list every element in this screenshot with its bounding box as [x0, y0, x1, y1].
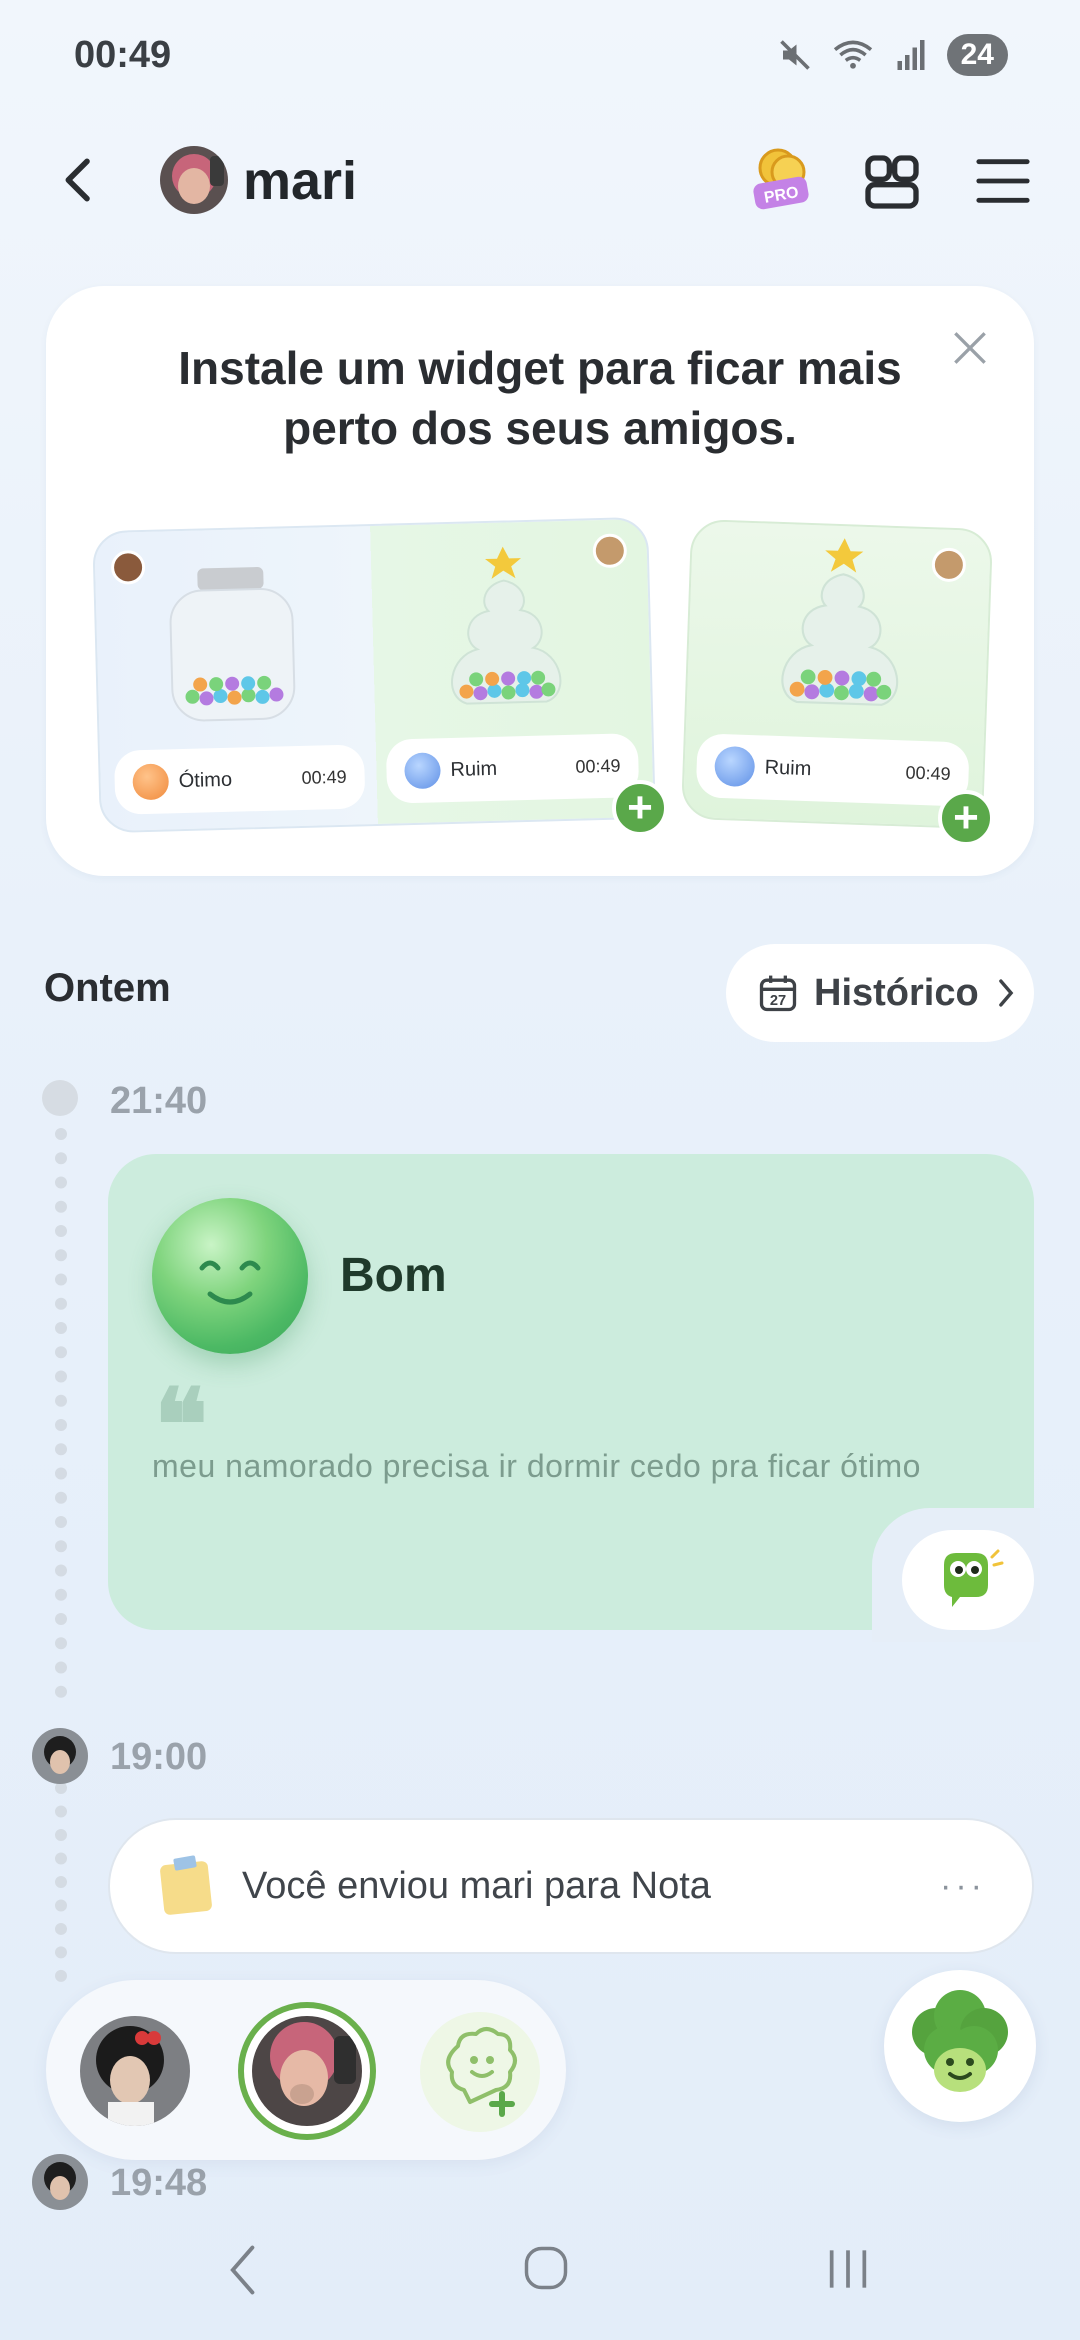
- status-time: 00:49: [74, 34, 172, 76]
- timeline-avatar: [32, 1728, 88, 1784]
- history-button[interactable]: 27 Histórico: [726, 944, 1034, 1042]
- close-icon: [954, 332, 986, 364]
- system-nav-bar: [0, 2236, 1080, 2316]
- note-activity-item[interactable]: Você enviou mari para Nota ···: [108, 1818, 1034, 1954]
- mini-mood-pill: Ruim 00:49: [385, 733, 640, 804]
- widgets-icon: [865, 155, 919, 209]
- section-label: Ontem: [44, 966, 171, 1010]
- more-options-button[interactable]: ···: [940, 1867, 986, 1906]
- widget-preview-small[interactable]: Ruim 00:49: [680, 518, 994, 830]
- mini-mood-time: 00:49: [575, 755, 621, 777]
- menu-icon: [976, 159, 1030, 203]
- calendar-day: 27: [770, 993, 786, 1009]
- note-icon: [160, 1855, 212, 1915]
- pro-badge[interactable]: PRO: [748, 146, 814, 214]
- status-icons: 24: [777, 34, 1008, 76]
- mini-mood-label: Ruim: [764, 756, 812, 780]
- mini-mood-pill: Ruim 00:49: [695, 733, 970, 807]
- tree-jar-icon: [781, 538, 899, 706]
- add-friend-button[interactable]: [420, 2012, 540, 2132]
- mini-avatar: [110, 549, 146, 585]
- timeline-avatar: [32, 2154, 88, 2210]
- mini-mood-time: 00:49: [905, 761, 951, 784]
- mute-icon: [779, 40, 810, 70]
- battery-level: 24: [946, 34, 1008, 76]
- timeline-dot: [42, 1080, 78, 1116]
- history-label: Histórico: [814, 971, 979, 1014]
- wifi-icon: [833, 40, 872, 69]
- reaction-icon: [944, 1549, 1004, 1607]
- entry-time: 19:48: [110, 2162, 208, 2204]
- mascot-button[interactable]: [884, 1970, 1036, 2122]
- calendar-icon: 27: [759, 975, 797, 1012]
- avatar[interactable]: [160, 146, 228, 214]
- back-icon: [65, 158, 90, 202]
- add-widget-button[interactable]: +: [938, 790, 994, 846]
- add-widget-button[interactable]: +: [612, 780, 668, 836]
- nav-back-icon[interactable]: [226, 2242, 262, 2298]
- reaction-button[interactable]: [902, 1530, 1034, 1630]
- mini-avatar: [931, 547, 967, 583]
- friend-avatar-selected[interactable]: [252, 2016, 362, 2126]
- widget-promo-card: Instale um widget para ficar mais perto …: [46, 286, 1034, 876]
- good-mood-icon: [152, 1198, 308, 1354]
- signal-icon: [897, 40, 925, 70]
- mini-mood-time: 00:49: [301, 766, 347, 788]
- mini-mood-label: Ruim: [450, 757, 498, 781]
- nav-home-icon[interactable]: [520, 2240, 572, 2296]
- page-title: mari: [243, 151, 358, 211]
- mini-mood-pill: Ótimo 00:49: [113, 744, 366, 815]
- menu-button[interactable]: [974, 154, 1032, 208]
- back-button[interactable]: [52, 152, 108, 208]
- bad-mood-icon: [404, 752, 441, 790]
- widget-promo-title: Instale um widget para ficar mais perto …: [178, 342, 902, 454]
- entry-time: 19:00: [110, 1736, 208, 1778]
- great-mood-icon: [132, 763, 170, 801]
- bad-mood-icon: [714, 745, 756, 788]
- mini-mood-label: Ótimo: [178, 768, 233, 792]
- mini-avatar: [592, 533, 628, 569]
- mood-label: Bom: [340, 1249, 447, 1302]
- close-button[interactable]: [948, 326, 992, 370]
- chevron-right-icon: [998, 979, 1014, 1007]
- timeline-line: [55, 1128, 67, 1698]
- widgets-button[interactable]: [860, 150, 924, 214]
- entry-time: 21:40: [110, 1080, 208, 1122]
- tree-jar-icon: [451, 546, 562, 705]
- widget-preview-large[interactable]: Ótimo 00:49 Ruim 00:49: [92, 516, 656, 834]
- jar-icon: [169, 567, 296, 722]
- add-friend-icon: [446, 2027, 517, 2117]
- mascot-icon: [912, 1990, 1008, 2092]
- timeline-line: [55, 1782, 67, 1982]
- pro-coin-icon: PRO: [753, 148, 809, 210]
- mood-note: meu namorado precisa ir dormir cedo pra …: [152, 1448, 921, 1484]
- note-activity-text: Você enviou mari para Nota: [242, 1864, 711, 1907]
- friend-avatar[interactable]: [80, 2016, 190, 2126]
- nav-recents-icon[interactable]: [820, 2244, 876, 2294]
